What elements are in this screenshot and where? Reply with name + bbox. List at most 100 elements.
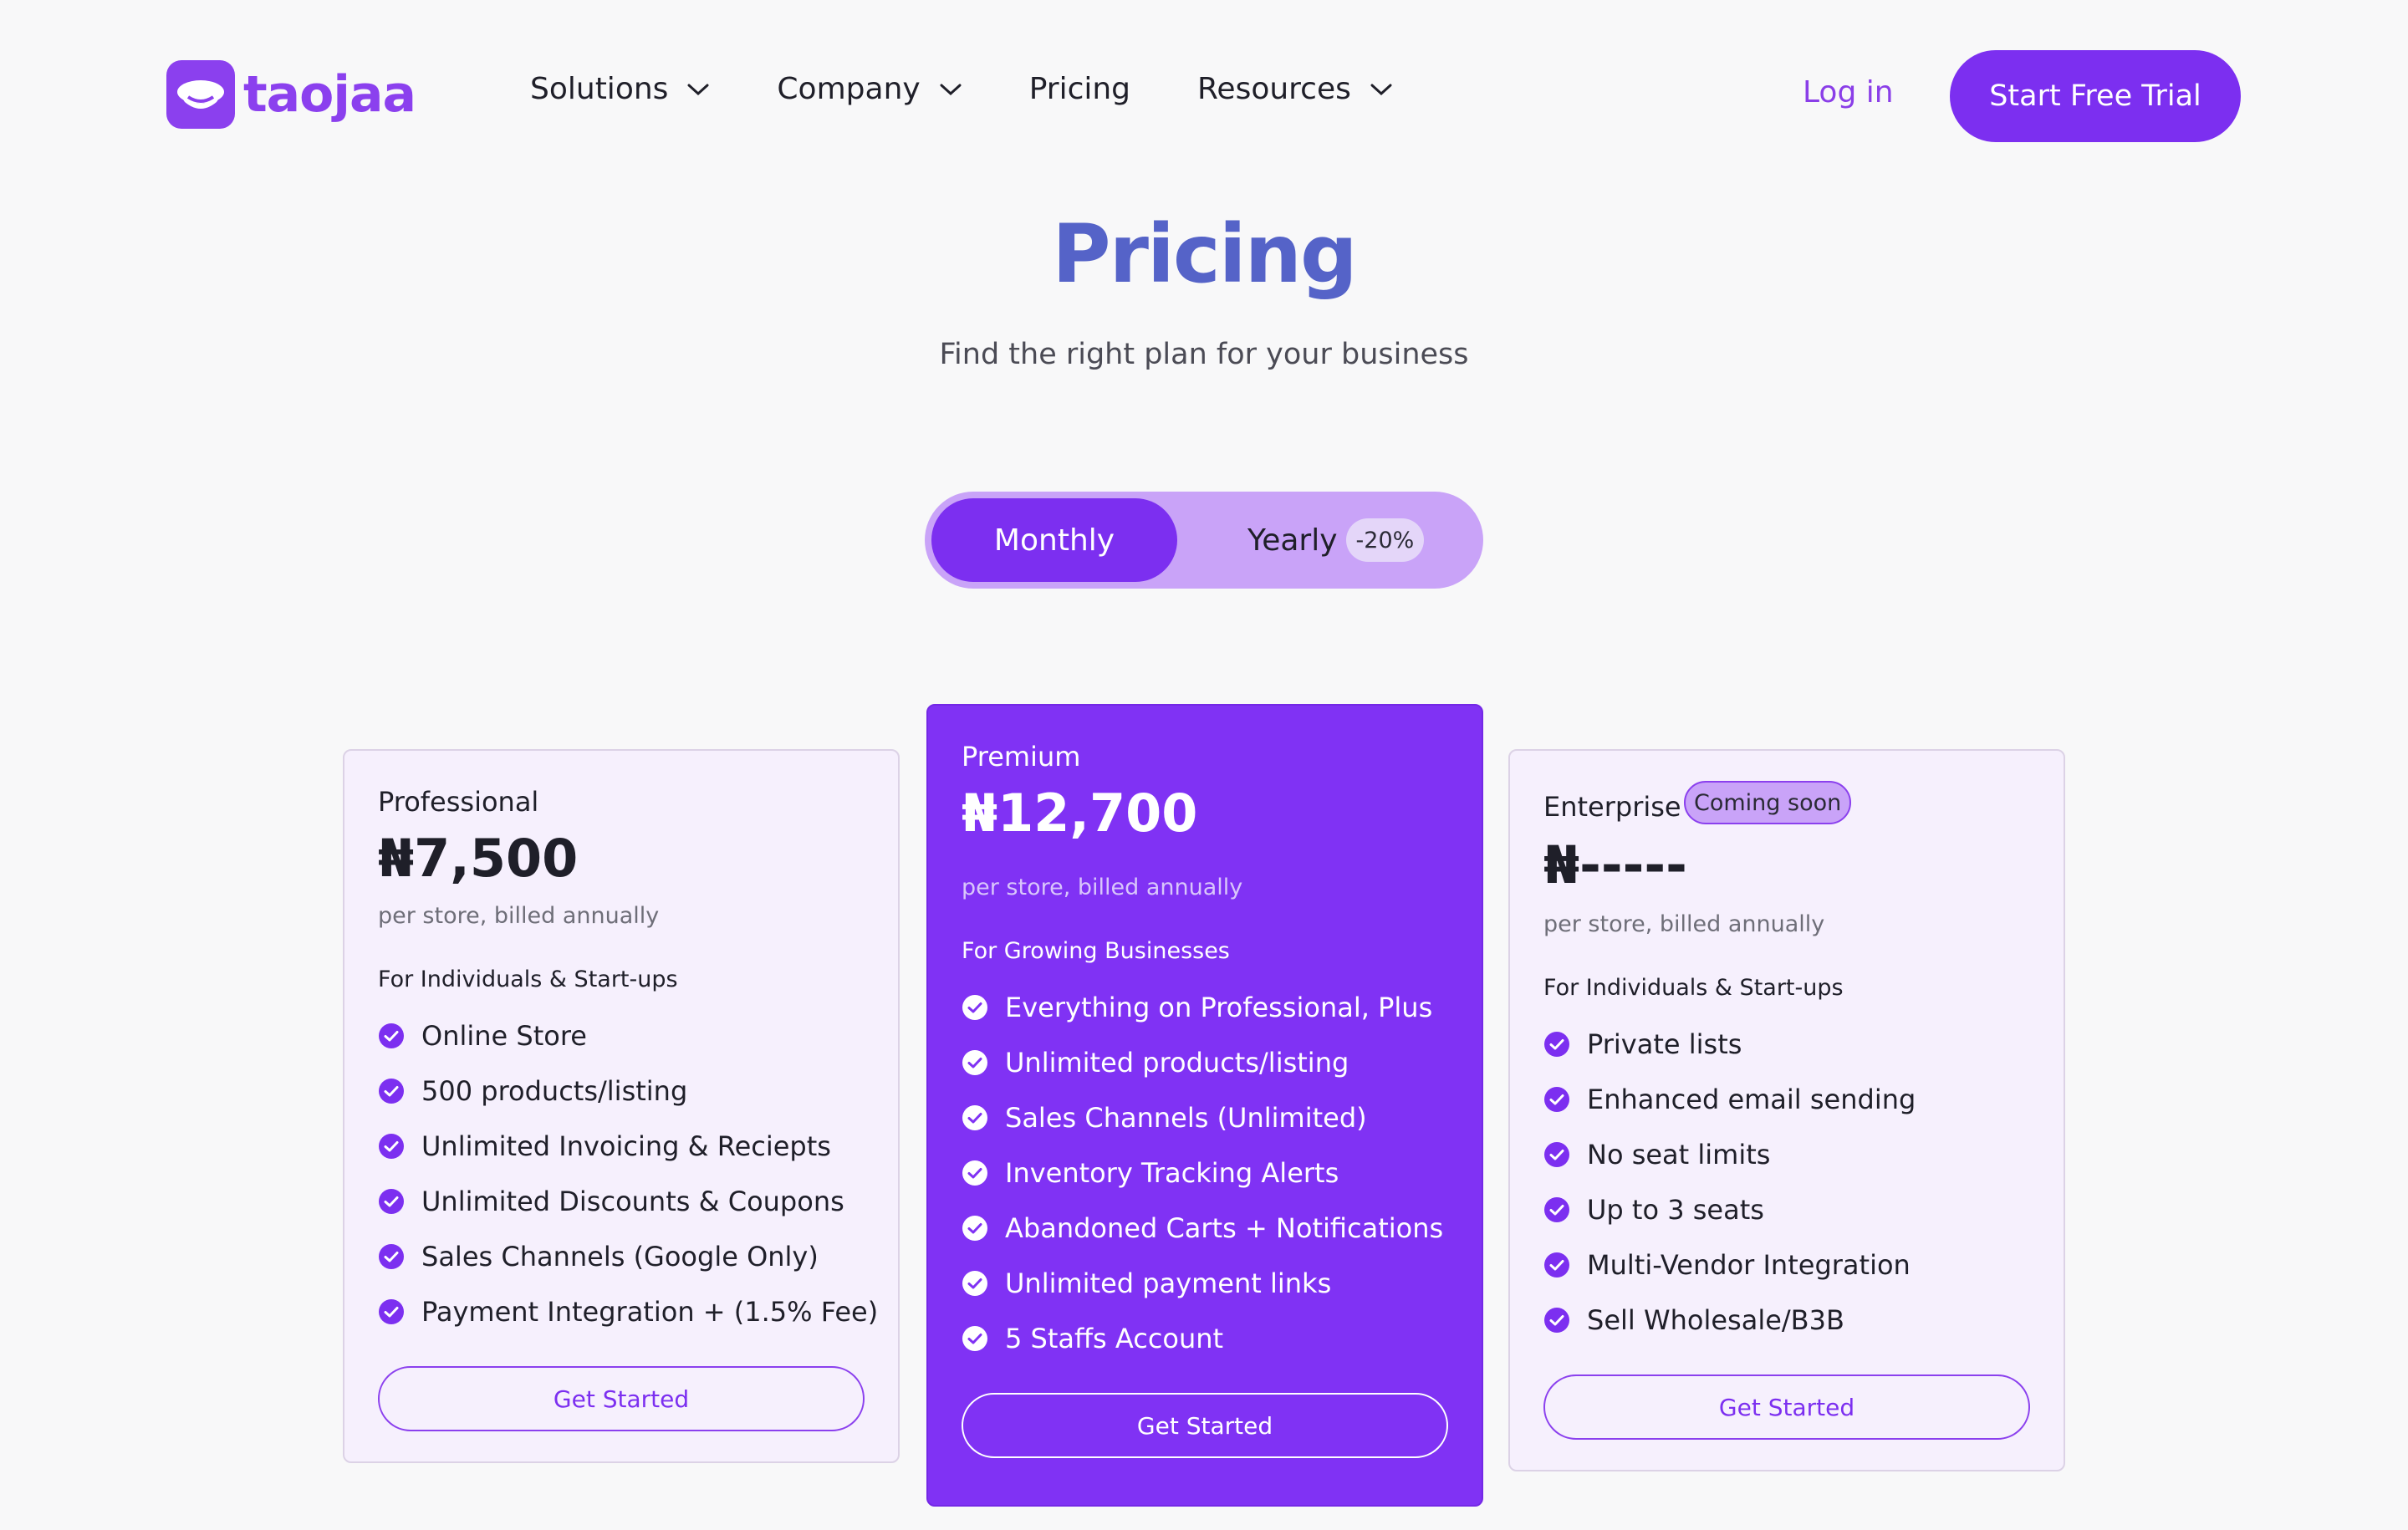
check-circle-icon — [1544, 1087, 1569, 1112]
feature-item: Unlimited payment links — [962, 1267, 1331, 1299]
feature-label: 5 Staffs Account — [1005, 1323, 1224, 1354]
feature-item: Abandoned Carts + Notifications — [962, 1212, 1443, 1244]
feature-label: Payment Integration + (1.5% Fee) — [421, 1296, 879, 1328]
check-circle-icon — [1544, 1032, 1569, 1057]
feature-item: Sales Channels (Unlimited) — [962, 1102, 1367, 1134]
feature-label: 500 products/listing — [421, 1075, 688, 1107]
feature-label: Enhanced email sending — [1587, 1084, 1916, 1115]
feature-item: Everything on Professional, Plus — [962, 992, 1432, 1023]
discount-badge: -20% — [1345, 518, 1425, 562]
feature-item: Unlimited products/listing — [962, 1047, 1349, 1079]
nav-resources[interactable]: Resources — [1197, 72, 1393, 106]
toggle-yearly-label: Yearly — [1247, 523, 1338, 558]
billing-toggle: Monthly Yearly -20% — [925, 492, 1483, 589]
plan-billing: per store, billed annually — [1543, 911, 1825, 937]
page-title: Pricing — [1052, 207, 1357, 301]
plan-card-enterprise: Enterprise Coming soon ₦----- per store,… — [1508, 749, 2065, 1471]
check-circle-icon — [962, 1271, 987, 1296]
feature-item: Enhanced email sending — [1543, 1084, 1916, 1115]
feature-item: Payment Integration + (1.5% Fee) — [378, 1296, 878, 1328]
check-circle-icon — [379, 1079, 404, 1104]
plan-price: ₦7,500 — [378, 828, 579, 889]
feature-item: Multi-Vendor Integration — [1543, 1249, 1911, 1281]
main-nav: Solutions Company Pricing Resources — [530, 72, 1460, 106]
nav-pricing[interactable]: Pricing — [1029, 72, 1130, 106]
chevron-down-icon — [1370, 84, 1392, 95]
plan-billing: per store, billed annually — [962, 875, 1243, 900]
login-link[interactable]: Log in — [1803, 75, 1894, 110]
plan-price: ₦12,700 — [962, 783, 1198, 844]
plan-audience: For Individuals & Start-ups — [378, 966, 678, 992]
check-circle-icon — [962, 1216, 987, 1241]
toggle-yearly[interactable]: Yearly -20% — [1247, 498, 1425, 582]
check-circle-icon — [1544, 1142, 1569, 1167]
start-free-trial-button[interactable]: Start Free Trial — [1950, 50, 2241, 142]
feature-item: No seat limits — [1543, 1139, 1770, 1170]
plan-audience: For Individuals & Start-ups — [1543, 975, 1844, 1001]
feature-label: No seat limits — [1587, 1139, 1771, 1170]
nav-label: Company — [777, 72, 921, 106]
feature-label: Multi-Vendor Integration — [1587, 1249, 1911, 1281]
check-circle-icon — [1544, 1308, 1569, 1333]
feature-label: Unlimited products/listing — [1005, 1047, 1349, 1079]
feature-label: Online Store — [421, 1020, 587, 1052]
feature-item: Private lists — [1543, 1028, 1742, 1060]
feature-label: Sales Channels (Unlimited) — [1005, 1102, 1367, 1134]
chevron-down-icon — [940, 84, 962, 95]
check-circle-icon — [1544, 1252, 1569, 1278]
nav-label: Pricing — [1028, 72, 1131, 106]
coming-soon-badge: Coming soon — [1684, 781, 1852, 824]
feature-label: Unlimited payment links — [1005, 1267, 1332, 1299]
nav-label: Solutions — [530, 72, 669, 106]
nav-label: Resources — [1197, 72, 1351, 106]
check-circle-icon — [379, 1299, 404, 1324]
chevron-down-icon — [687, 84, 709, 95]
check-circle-icon — [962, 995, 987, 1020]
feature-item: Sales Channels (Google Only) — [378, 1241, 819, 1272]
plan-billing: per store, billed annually — [378, 903, 660, 929]
feature-label: Sell Wholesale/B3B — [1587, 1304, 1844, 1336]
plan-name: Enterprise — [1543, 791, 1681, 823]
toggle-monthly[interactable]: Monthly — [931, 498, 1177, 582]
check-circle-icon — [962, 1105, 987, 1130]
check-circle-icon — [379, 1023, 404, 1048]
feature-label: Everything on Professional, Plus — [1005, 992, 1433, 1023]
feature-label: Abandoned Carts + Notifications — [1005, 1212, 1444, 1244]
check-circle-icon — [379, 1189, 404, 1214]
page-subtitle: Find the right plan for your business — [939, 338, 1469, 371]
get-started-button[interactable]: Get Started — [1543, 1374, 2030, 1440]
feature-item: Inventory Tracking Alerts — [962, 1157, 1339, 1189]
feature-item: Unlimited Invoicing & Reciepts — [378, 1130, 831, 1162]
check-circle-icon — [1544, 1197, 1569, 1222]
feature-item: Sell Wholesale/B3B — [1543, 1304, 1844, 1336]
feature-label: Unlimited Invoicing & Reciepts — [421, 1130, 831, 1162]
plan-name: Professional — [378, 786, 539, 818]
plan-audience: For Growing Businesses — [962, 938, 1230, 964]
feature-label: Sales Channels (Google Only) — [421, 1241, 819, 1272]
nav-solutions[interactable]: Solutions — [530, 72, 710, 106]
plan-card-professional: Professional ₦7,500 per store, billed an… — [343, 749, 900, 1463]
check-circle-icon — [962, 1160, 987, 1186]
check-circle-icon — [379, 1244, 404, 1269]
plan-price: ₦----- — [1543, 834, 1687, 895]
logo-text: taojaa — [243, 65, 416, 124]
plan-card-premium: Premium ₦12,700 per store, billed annual… — [926, 704, 1483, 1507]
feature-label: Inventory Tracking Alerts — [1005, 1157, 1339, 1189]
logo[interactable]: taojaa — [166, 60, 416, 129]
get-started-button[interactable]: Get Started — [962, 1393, 1448, 1458]
get-started-button[interactable]: Get Started — [378, 1366, 865, 1431]
site-header: taojaa Solutions Company Pricing Resourc… — [0, 0, 2408, 194]
feature-label: Up to 3 seats — [1587, 1194, 1764, 1226]
feature-label: Unlimited Discounts & Coupons — [421, 1186, 844, 1217]
feature-item: Online Store — [378, 1020, 587, 1052]
feature-item: 5 Staffs Account — [962, 1323, 1223, 1354]
feature-item: 500 products/listing — [378, 1075, 687, 1107]
feature-item: Up to 3 seats — [1543, 1194, 1764, 1226]
check-circle-icon — [379, 1134, 404, 1159]
feature-label: Private lists — [1587, 1028, 1742, 1060]
nav-company[interactable]: Company — [777, 72, 962, 106]
logo-icon — [166, 60, 235, 129]
check-circle-icon — [962, 1326, 987, 1351]
check-circle-icon — [962, 1050, 987, 1075]
feature-item: Unlimited Discounts & Coupons — [378, 1186, 844, 1217]
